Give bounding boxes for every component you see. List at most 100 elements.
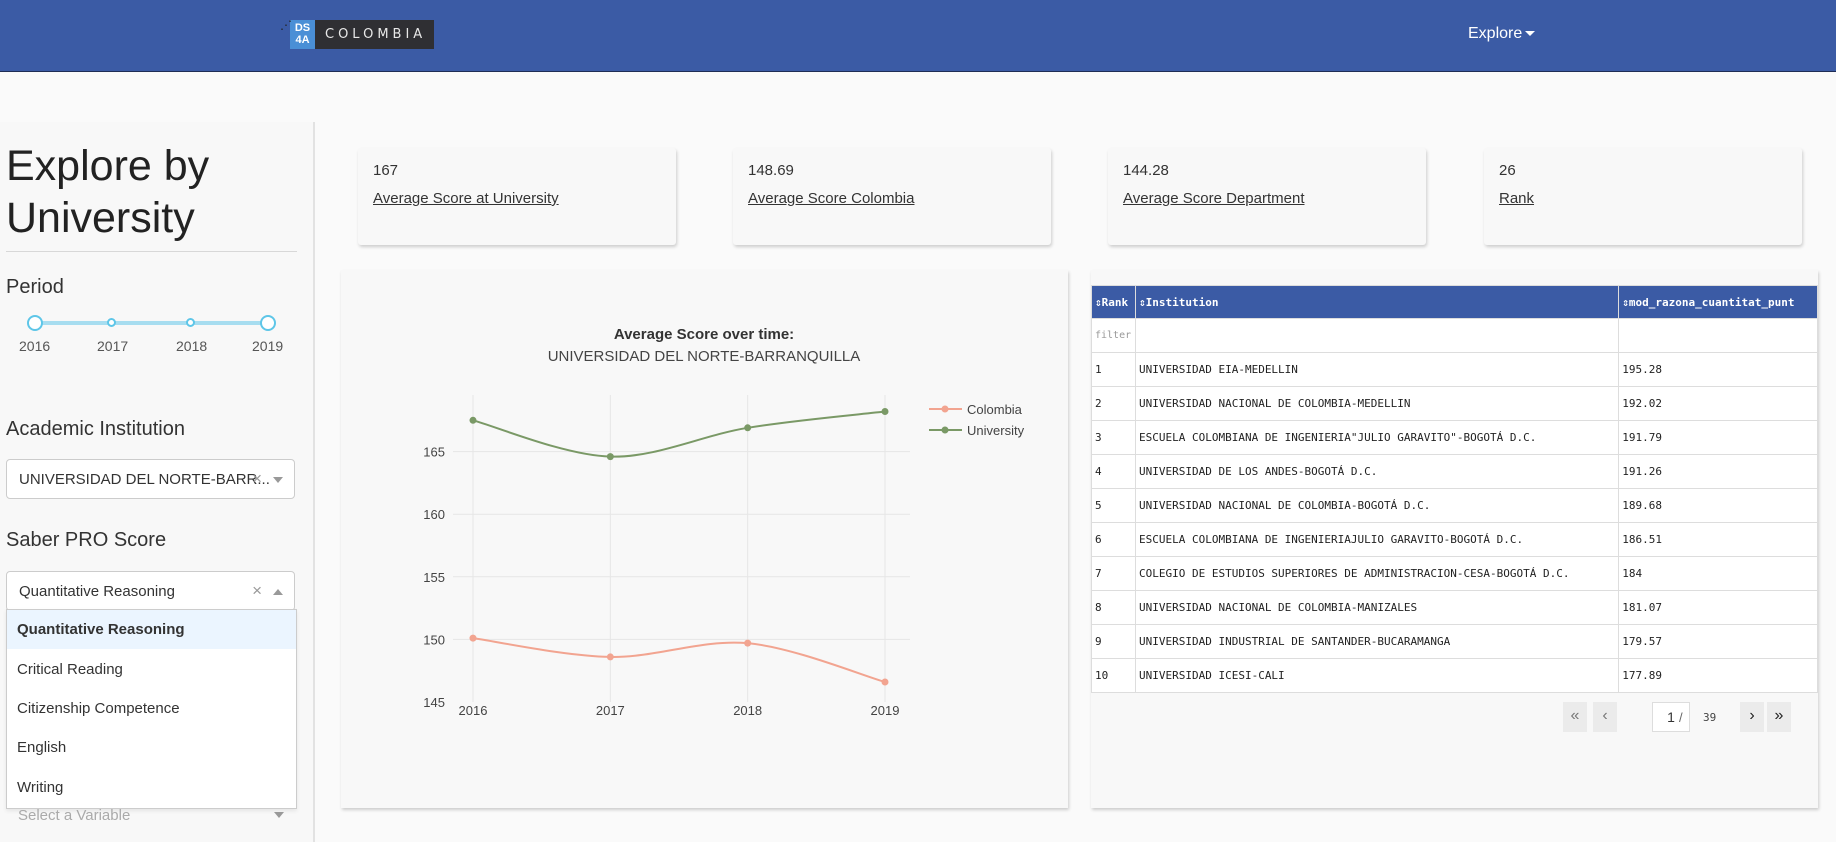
ds4a-colombia-logo[interactable]: ⋰ DS 4A COLOMBIA — [280, 18, 435, 49]
explore-menu[interactable]: Explore — [1468, 25, 1536, 43]
y-tick-label: 145 — [423, 695, 445, 710]
rank-cell: 8 — [1091, 590, 1136, 625]
explore-label: Explore — [1468, 25, 1523, 42]
data-point-university — [606, 453, 614, 461]
period-range-slider[interactable] — [34, 321, 268, 325]
table-row[interactable]: 10 UNIVERSIDAD ICESI-CALI 177.89 — [1091, 658, 1818, 693]
slider-year-label: 2017 — [97, 338, 129, 354]
institution-cell: COLEGIO DE ESTUDIOS SUPERIORES DE ADMINI… — [1134, 556, 1620, 591]
card-value: 167 — [373, 162, 399, 179]
card-label-link[interactable]: Average Score Colombia — [748, 190, 914, 207]
rank-cell: 5 — [1091, 488, 1136, 523]
card-label-link[interactable]: Average Score Department — [1123, 190, 1305, 207]
slider-handle-start[interactable] — [27, 315, 43, 331]
col-header-rank[interactable]: ⇕Rank — [1091, 285, 1136, 319]
y-tick-label: 165 — [423, 445, 445, 460]
card-university-score: 167 Average Score at University — [358, 148, 676, 245]
filter-cell[interactable]: filter data... — [1091, 318, 1136, 353]
ranking-table-panel: ⇕Rank ⇕Institution ⇕mod_razona_cuantitat… — [1091, 270, 1818, 808]
data-point-university — [881, 408, 889, 416]
top-navbar: ⋰ DS 4A COLOMBIA Explore — [0, 0, 1836, 72]
x-tick-label: 2018 — [733, 703, 762, 718]
data-point-university — [744, 424, 752, 432]
institution-label: Academic Institution — [6, 418, 185, 440]
institution-cell: UNIVERSIDAD NACIONAL DE COLOMBIA-MANIZAL… — [1134, 590, 1620, 625]
institution-cell: ESCUELA COLOMBIANA DE INGENIERIA"JULIO G… — [1134, 420, 1620, 455]
card-department-score: 144.28 Average Score Department — [1108, 148, 1426, 245]
next-page-icon[interactable]: › — [1740, 702, 1764, 732]
institution-cell: UNIVERSIDAD INDUSTRIAL DE SANTANDER-BUCA… — [1134, 624, 1620, 659]
y-tick-label: 160 — [423, 507, 445, 522]
x-tick-label: 2017 — [596, 703, 625, 718]
card-label-link[interactable]: Average Score at University — [373, 190, 559, 207]
rank-cell: 4 — [1091, 454, 1136, 489]
score-cell: 186.51 — [1618, 522, 1818, 557]
prev-page-icon[interactable]: ‹ — [1593, 702, 1617, 732]
ranking-table: ⇕Rank ⇕Institution ⇕mod_razona_cuantitat… — [1091, 285, 1818, 693]
dropdown-option-citizenship[interactable]: Citizenship Competence — [7, 689, 296, 728]
data-point-colombia — [744, 639, 752, 647]
last-page-icon[interactable]: » — [1767, 702, 1791, 732]
card-value: 26 — [1499, 162, 1516, 179]
dropdown-option-quantitative[interactable]: Quantitative Reasoning — [7, 610, 296, 649]
table-row[interactable]: 8 UNIVERSIDAD NACIONAL DE COLOMBIA-MANIZA… — [1091, 590, 1818, 625]
col-header-institution[interactable]: ⇕Institution — [1134, 285, 1620, 319]
score-cell: 189.68 — [1618, 488, 1818, 523]
dropdown-option-english[interactable]: English — [7, 728, 296, 767]
chevron-down-icon[interactable] — [274, 812, 284, 818]
variable-select[interactable]: Select a Variable — [6, 802, 295, 832]
chart-panel: Average Score over time: UNIVERSIDAD DEL … — [341, 270, 1068, 808]
average-score-line-chart[interactable]: Average Score over time: UNIVERSIDAD DEL … — [341, 270, 1068, 808]
institution-cell: UNIVERSIDAD ICESI-CALI — [1134, 658, 1620, 693]
card-label-link[interactable]: Rank — [1499, 190, 1534, 207]
page-input[interactable]: 1 — [1652, 702, 1690, 732]
score-value: Quantitative Reasoning — [19, 583, 175, 600]
legend-label: University — [967, 423, 1025, 438]
table-row[interactable]: 3 ESCUELA COLOMBIANA DE INGENIERIA"JULIO … — [1091, 420, 1818, 455]
clear-icon[interactable]: × — [252, 469, 262, 489]
clear-icon[interactable]: × — [252, 581, 262, 601]
table-row[interactable]: 6 ESCUELA COLOMBIANA DE INGENIERIAJULIO G… — [1091, 522, 1818, 557]
score-select[interactable]: Quantitative Reasoning × — [6, 571, 295, 611]
table-row[interactable]: 4 UNIVERSIDAD DE LOS ANDES-BOGOTÁ D.C. 191… — [1091, 454, 1818, 489]
institution-cell: UNIVERSIDAD EIA-MEDELLIN — [1134, 352, 1620, 387]
institution-cell: ESCUELA COLOMBIANA DE INGENIERIAJULIO GA… — [1134, 522, 1620, 557]
score-cell: 191.79 — [1618, 420, 1818, 455]
rank-cell: 1 — [1091, 352, 1136, 387]
slider-mark-2018 — [186, 318, 195, 327]
score-cell: 177.89 — [1618, 658, 1818, 693]
filter-cell[interactable] — [1134, 318, 1620, 353]
slider-year-label: 2019 — [252, 338, 284, 354]
table-row[interactable]: 9 UNIVERSIDAD INDUSTRIAL DE SANTANDER-BUC… — [1091, 624, 1818, 659]
filter-cell[interactable] — [1618, 318, 1818, 353]
score-label: Saber PRO Score — [6, 529, 167, 551]
first-page-icon[interactable]: « — [1563, 702, 1587, 732]
series-line-university — [472, 410, 886, 458]
chevron-down-icon[interactable] — [273, 477, 283, 483]
table-row[interactable]: 5 UNIVERSIDAD NACIONAL DE COLOMBIA-BOGOTÁ… — [1091, 488, 1818, 523]
slider-year-label: 2018 — [176, 338, 208, 354]
dropdown-option-critical-reading[interactable]: Critical Reading — [7, 650, 296, 689]
legend-marker — [941, 426, 949, 434]
legend-marker — [941, 405, 949, 413]
rank-cell: 7 — [1091, 556, 1136, 591]
variable-placeholder: Select a Variable — [18, 807, 131, 824]
rank-cell: 9 — [1091, 624, 1136, 659]
institution-cell: UNIVERSIDAD DE LOS ANDES-BOGOTÁ D.C. — [1134, 454, 1620, 489]
slider-handle-end[interactable] — [260, 315, 276, 331]
institution-select[interactable]: UNIVERSIDAD DEL NORTE-BARR... × — [6, 459, 295, 499]
page-separator: / — [1679, 710, 1683, 725]
institution-cell: UNIVERSIDAD NACIONAL DE COLOMBIA-BOGOTÁ … — [1134, 488, 1620, 523]
col-header-score[interactable]: ⇕mod_razona_cuantitat_punt — [1618, 285, 1818, 319]
page-title: Explore by University — [6, 142, 210, 242]
score-cell: 179.57 — [1618, 624, 1818, 659]
institution-cell: UNIVERSIDAD NACIONAL DE COLOMBIA-MEDELLI… — [1134, 386, 1620, 421]
score-cell: 195.28 — [1618, 352, 1818, 387]
table-row[interactable]: 1 UNIVERSIDAD EIA-MEDELLIN 195.28 — [1091, 352, 1818, 387]
score-cell: 181.07 — [1618, 590, 1818, 625]
rank-cell: 10 — [1091, 658, 1136, 693]
table-row[interactable]: 7 COLEGIO DE ESTUDIOS SUPERIORES DE ADMIN… — [1091, 556, 1818, 591]
x-tick-label: 2016 — [459, 703, 488, 718]
chevron-up-icon[interactable] — [273, 589, 283, 595]
table-row[interactable]: 2 UNIVERSIDAD NACIONAL DE COLOMBIA-MEDELL… — [1091, 386, 1818, 421]
